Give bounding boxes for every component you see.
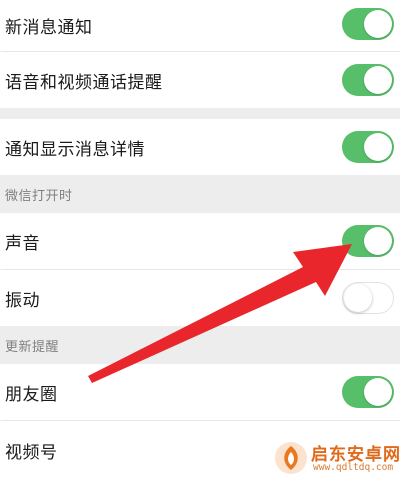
setting-row-vibrate[interactable]: 振动	[0, 270, 400, 326]
watermark: 启东安卓网 www.qdltdq.com	[273, 438, 400, 480]
setting-label: 通知显示消息详情	[5, 139, 145, 160]
toggle-knob	[364, 378, 392, 406]
setting-label: 朋友圈	[5, 384, 58, 405]
vibrate-toggle[interactable]	[342, 282, 394, 314]
section-header-label: 微信打开时	[5, 188, 73, 204]
setting-label: 振动	[5, 290, 40, 311]
show-message-details-toggle[interactable]	[342, 131, 394, 163]
watermark-url: www.qdltdq.com	[313, 462, 394, 473]
toggle-knob	[364, 10, 392, 38]
setting-row-voice-video-call-remind[interactable]: 语音和视频通话提醒	[0, 52, 400, 108]
toggle-knob	[364, 66, 392, 94]
new-message-notify-toggle[interactable]	[342, 8, 394, 40]
setting-row-moments[interactable]: 朋友圈	[0, 364, 400, 420]
section-header-update-remind: 更新提醒	[0, 326, 400, 364]
toggle-knob	[364, 133, 392, 161]
setting-row-new-message-notify[interactable]: 新消息通知	[0, 0, 400, 51]
section-gap	[0, 108, 400, 119]
setting-label: 语音和视频通话提醒	[5, 72, 163, 93]
voice-video-call-remind-toggle[interactable]	[342, 64, 394, 96]
setting-row-sound[interactable]: 声音	[0, 213, 400, 269]
toggle-knob	[344, 283, 372, 312]
setting-label: 新消息通知	[5, 18, 93, 38]
setting-label: 视频号	[5, 443, 58, 463]
toggle-knob	[364, 227, 392, 255]
setting-label: 声音	[5, 233, 40, 254]
section-header-when-open: 微信打开时	[0, 175, 400, 213]
section-header-label: 更新提醒	[5, 339, 60, 355]
sound-toggle[interactable]	[342, 225, 394, 257]
setting-row-show-message-details[interactable]: 通知显示消息详情	[0, 119, 400, 175]
moments-toggle[interactable]	[342, 376, 394, 408]
watermark-logo-icon	[275, 442, 307, 474]
